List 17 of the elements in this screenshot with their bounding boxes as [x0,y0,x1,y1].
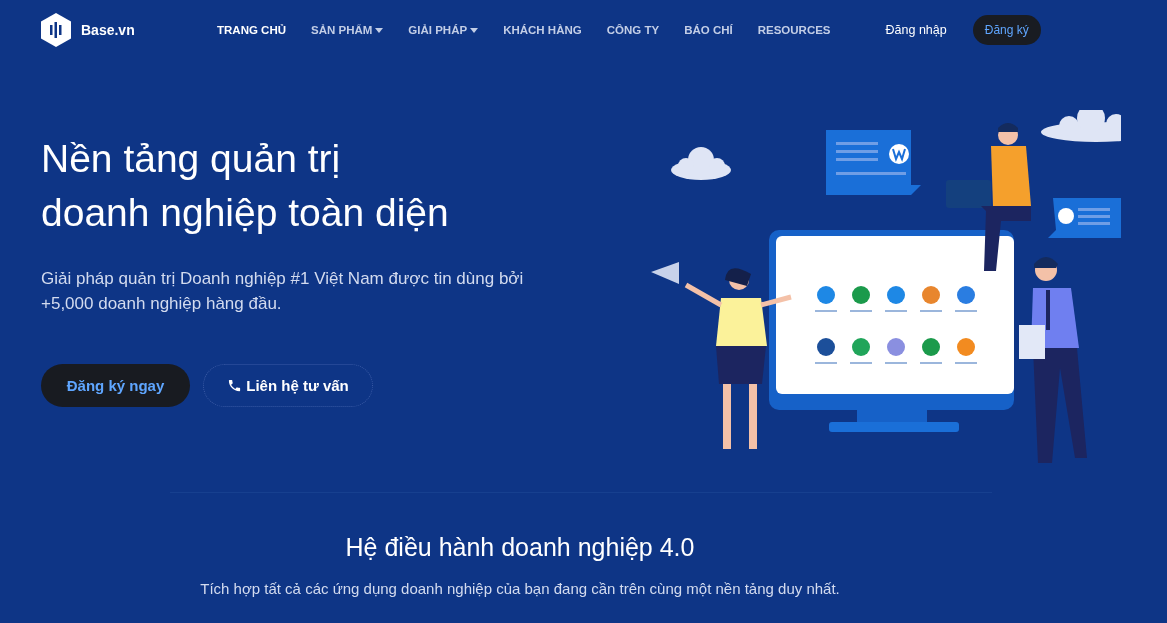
logo-icon [41,13,71,47]
logo-text: Base.vn [81,22,135,38]
hero-heading: Nền tảng quản trị doanh nghiệp toàn diện [41,136,450,236]
nav-link[interactable]: KHÁCH HÀNG [503,24,582,36]
signup-button[interactable]: Đăng ký [972,15,1041,45]
nav-link[interactable]: RESOURCES [757,24,831,36]
section-heading: Hệ điều hành doanh nghiệp 4.0 [344,533,696,562]
login-link[interactable]: Đăng nhập [885,23,947,37]
nav-link[interactable]: CÔNG TY [606,24,660,36]
nav-link[interactable]: TRANG CHỦ [217,24,286,36]
nav-link[interactable]: BÁO CHÍ [684,24,733,36]
phone-icon [227,378,243,393]
section-subtitle: Tích hợp tất cả các ứng dụng doanh nghiệp của bạn đang cần trên cùng một nền tảng duy nhất. [199,580,841,597]
register-button[interactable]: Đăng ký ngay [41,364,190,407]
nav-link[interactable]: SẢN PHẨM [311,24,384,36]
nav-link[interactable]: GIẢI PHÁP [408,24,479,36]
hero-subtitle: Giải pháp quản trị Doanh nghiệp #1 Việt Nam được tin dùng bởi +5,000 doanh nghiệp hàng đầu. [41,268,525,315]
